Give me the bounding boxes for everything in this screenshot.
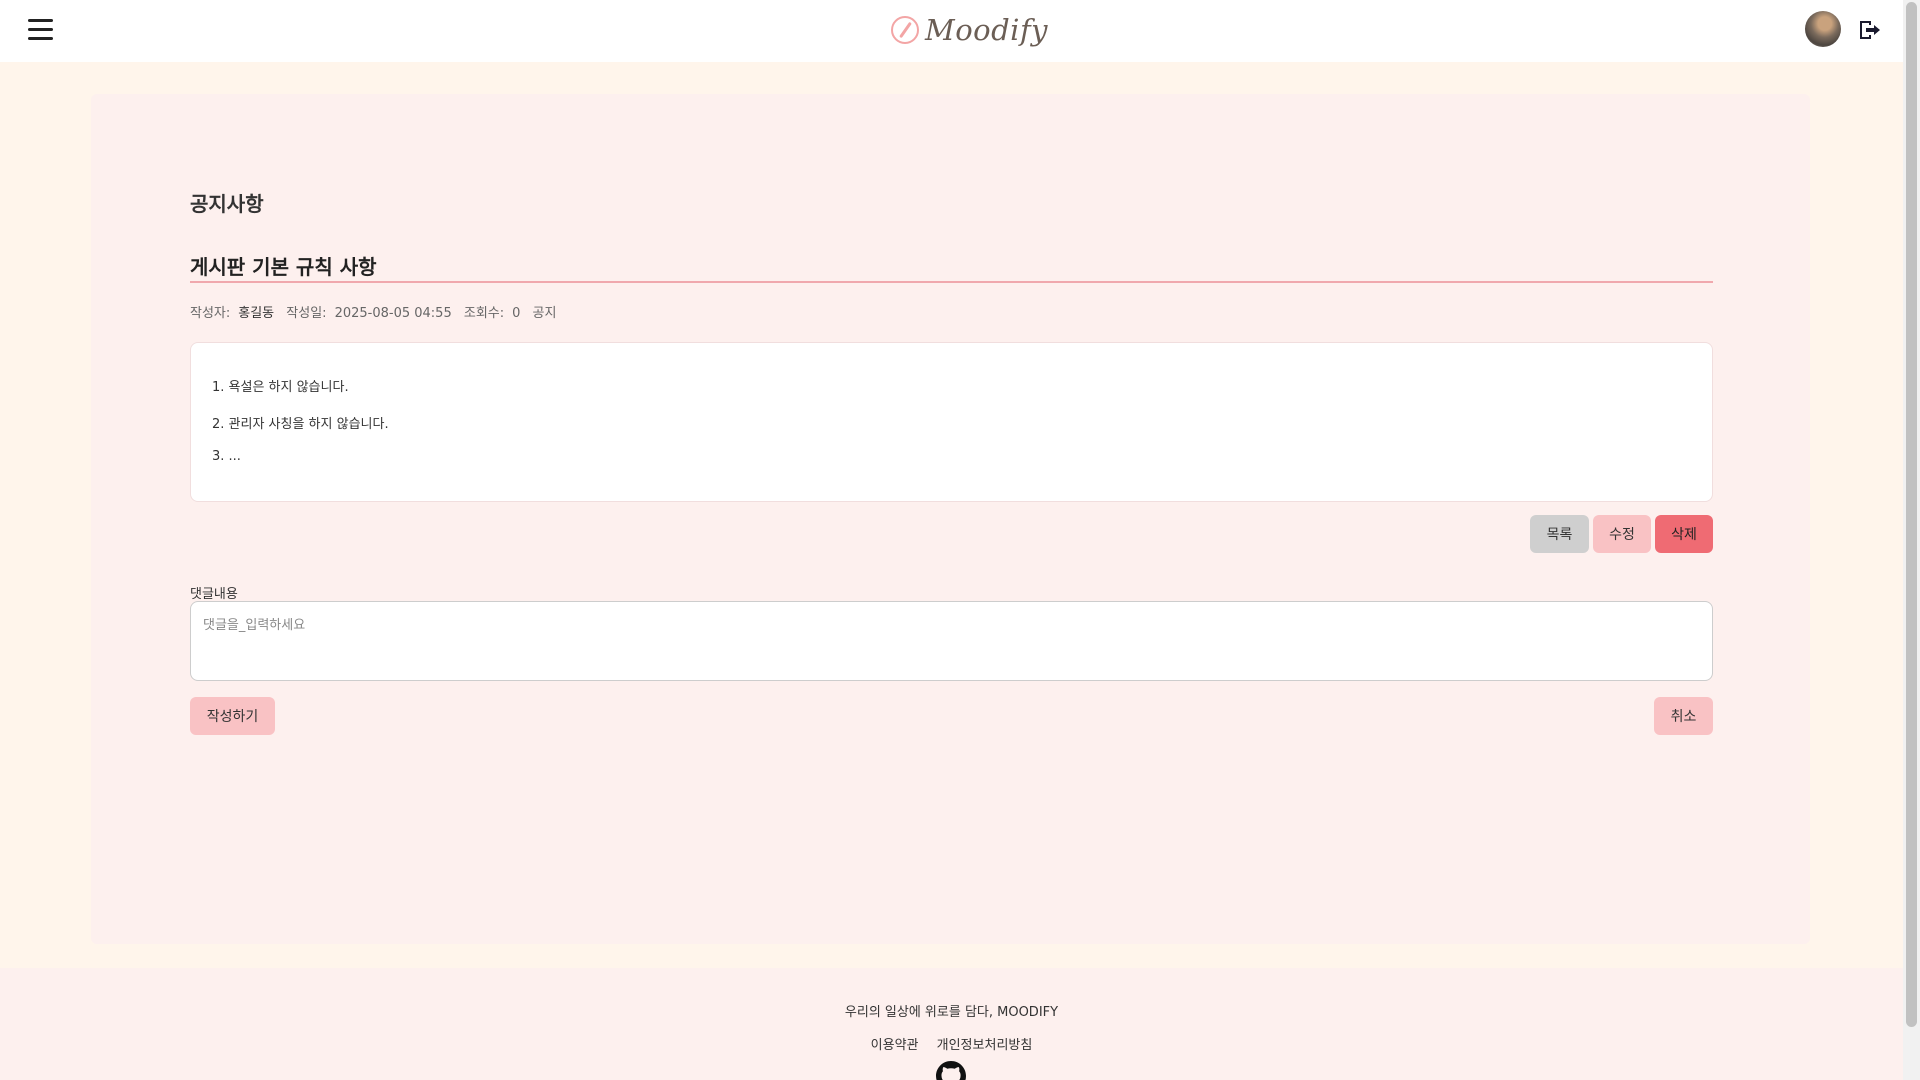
logo-leaf-icon: [891, 16, 919, 44]
footer: 우리의 일상에 위로를 담다, MOODIFY 이용약관 개인정보처리방침: [0, 968, 1903, 1080]
author-name: 홍길동: [238, 306, 275, 321]
footer-tagline: 우리의 일상에 위로를 담다, MOODIFY: [844, 1005, 1059, 1020]
comment-input[interactable]: [190, 601, 1713, 681]
content-line: 2. 관리자 사칭을 하지 않습니다.: [212, 417, 389, 432]
post-content: 1. 욕설은 하지 않습니다. 2. 관리자 사칭을 하지 않습니다. 3. .…: [190, 342, 1713, 502]
logo[interactable]: Moodify: [891, 9, 1048, 51]
list-button[interactable]: 목록: [1530, 515, 1589, 553]
content-line: 3. ...: [212, 449, 241, 464]
author-label: 작성자:: [190, 306, 231, 321]
footer-links: 이용약관 개인정보처리방침: [0, 1034, 1903, 1053]
hamburger-menu-icon[interactable]: [28, 19, 53, 40]
date-label: 작성일:: [286, 306, 327, 321]
logout-icon[interactable]: [1857, 18, 1881, 42]
github-icon[interactable]: [936, 1061, 966, 1080]
logo-text: Moodify: [925, 13, 1049, 47]
category-badge: 공지: [532, 306, 557, 321]
edit-button[interactable]: 수정: [1593, 515, 1651, 553]
page-title: 공지사항: [190, 192, 264, 216]
comment-label: 댓글내용: [190, 587, 238, 602]
privacy-policy-link[interactable]: 개인정보처리방침: [937, 1038, 1033, 1053]
post-title: 게시판 기본 규칙 사항: [190, 255, 377, 279]
top-navbar: Moodify: [0, 0, 1903, 62]
post-date: 2025-08-05 04:55: [334, 306, 452, 321]
scrollbar-thumb[interactable]: [1906, 2, 1917, 1027]
user-avatar[interactable]: [1805, 11, 1841, 47]
views-label: 조회수:: [463, 306, 505, 321]
content-line: 1. 욕설은 하지 않습니다.: [212, 380, 349, 395]
submit-comment-button[interactable]: 작성하기: [190, 697, 275, 735]
title-divider: [190, 281, 1713, 283]
terms-link[interactable]: 이용약관: [871, 1038, 919, 1053]
delete-button[interactable]: 삭제: [1655, 515, 1713, 553]
cancel-button[interactable]: 취소: [1654, 697, 1713, 735]
view-count: 0: [512, 306, 521, 321]
post-meta: 작성자: 홍길동 작성일: 2025-08-05 04:55 조회수: 0 공지: [190, 302, 564, 321]
